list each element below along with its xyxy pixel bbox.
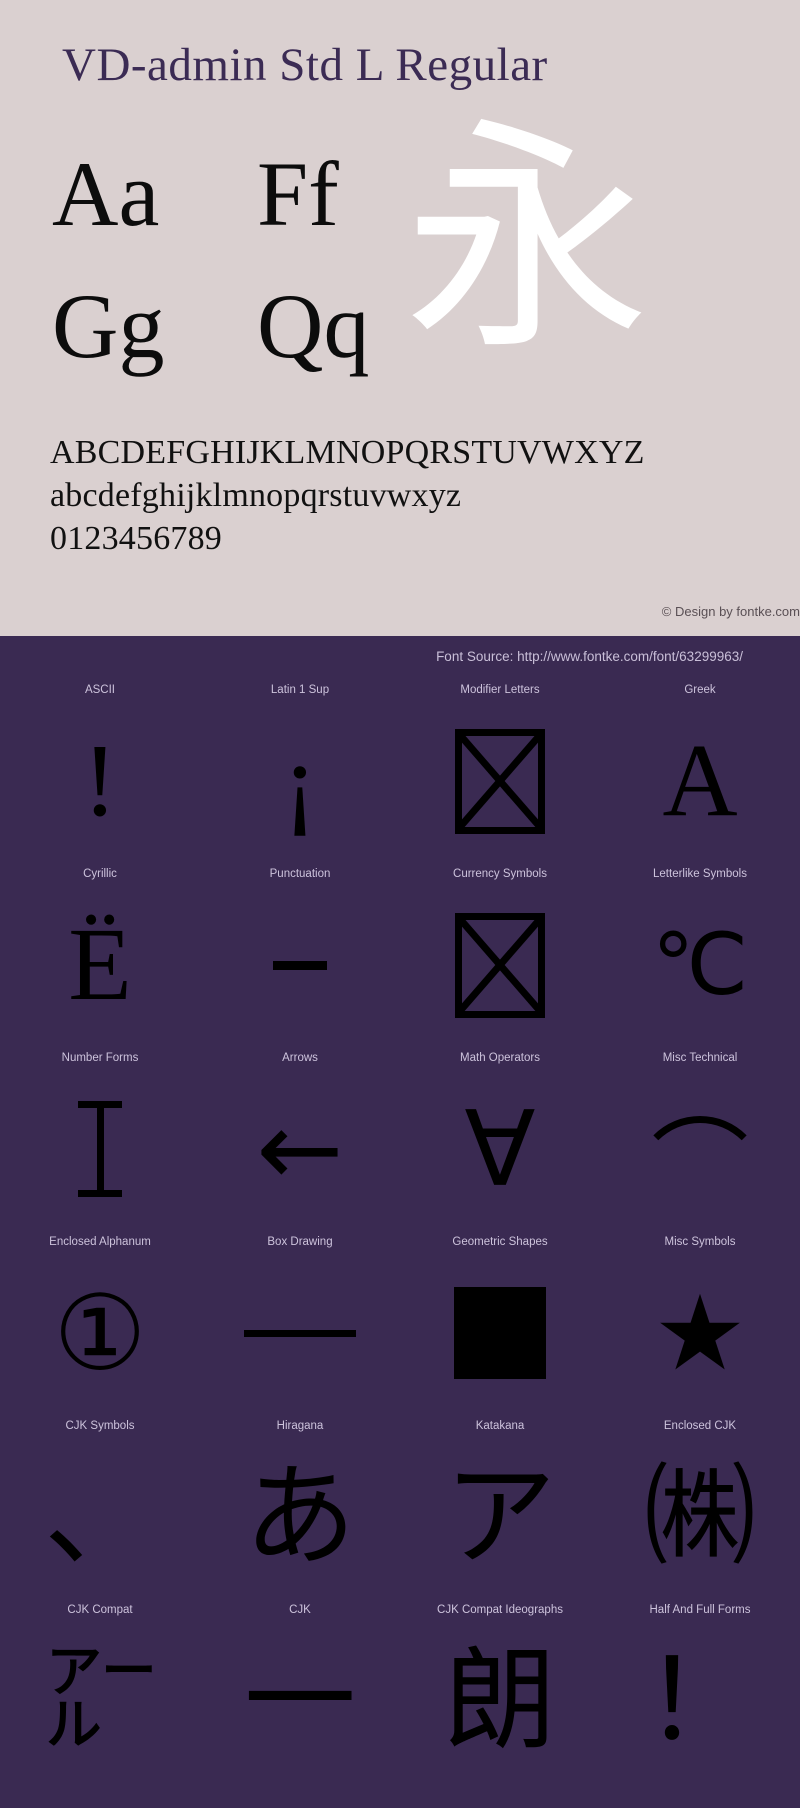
- unicode-block-cell[interactable]: Enclosed Alphanum ①: [0, 1232, 200, 1416]
- unicode-block-cell[interactable]: CJK Symbols 、: [0, 1416, 200, 1600]
- unicode-block-cell[interactable]: Enclosed CJK ㈱: [600, 1416, 800, 1600]
- unicode-block-label: Half And Full Forms: [649, 1604, 751, 1616]
- unicode-block-cell[interactable]: CJK Compat Ideographs 朗: [400, 1600, 600, 1784]
- unicode-block-label: Box Drawing: [267, 1236, 333, 1248]
- unicode-block-cell[interactable]: Cyrillic Ё: [0, 864, 200, 1048]
- unicode-block-label: CJK Compat Ideographs: [437, 1604, 563, 1616]
- unicode-block-glyph: Α: [662, 723, 738, 838]
- unicode-block-label: Misc Technical: [662, 1052, 738, 1064]
- unicode-block-glyph: ℃: [651, 917, 749, 1013]
- unicode-block-glyph: ←: [256, 1088, 344, 1210]
- unicode-block-label: Number Forms: [61, 1052, 139, 1064]
- page-title: VD-admin Std L Regular: [62, 39, 548, 91]
- copyright-notice: © Design by fontke.com: [661, 604, 800, 619]
- unicode-block-label: Latin 1 Sup: [270, 684, 330, 696]
- unicode-block-glyph: [400, 1254, 600, 1412]
- filled-square-shape: [454, 1287, 546, 1379]
- en-dash-shape: [273, 960, 327, 970]
- alphabet-specimen: ABCDEFGHIJKLMNOPQRSTUVWXYZ abcdefghijklm…: [50, 432, 645, 560]
- unicode-block-cell[interactable]: Greek Α: [600, 680, 800, 864]
- unicode-block-cell[interactable]: Number Forms: [0, 1048, 200, 1232]
- unicode-block-cell[interactable]: Geometric Shapes: [400, 1232, 600, 1416]
- unicode-block-glyph: Ё: [68, 907, 132, 1022]
- unicode-block-cell[interactable]: Math Operators ∀: [400, 1048, 600, 1232]
- unicode-block-glyph: ∀: [464, 1088, 536, 1210]
- unicode-block-glyph: [0, 1070, 200, 1228]
- sample-glyph-pairs: Aa Ff Gg Qq: [0, 148, 800, 408]
- hero-section: VD-admin Std L Regular Aa Ff Gg Qq 永 ABC…: [0, 0, 800, 636]
- unicode-block-label: Enclosed Alphanum: [49, 1236, 151, 1248]
- unicode-block-glyph: [200, 1254, 400, 1412]
- unicode-block-label: Modifier Letters: [460, 684, 540, 696]
- unicode-block-glyph: 、: [44, 1452, 156, 1582]
- unicode-block-glyph: [600, 1070, 800, 1228]
- unicode-block-label: Greek: [684, 684, 716, 696]
- unicode-block-label: Letterlike Symbols: [653, 868, 747, 880]
- unicode-block-label: Currency Symbols: [453, 868, 547, 880]
- roman-numeral-one-shape: [96, 1101, 104, 1197]
- unicode-block-glyph: [400, 702, 600, 860]
- unicode-block-cell[interactable]: Currency Symbols: [400, 864, 600, 1048]
- unicode-block-cell[interactable]: Latin 1 Sup ¡: [200, 680, 400, 864]
- unicode-block-label: ASCII: [84, 684, 116, 696]
- cjk-sample-glyph: 永: [404, 98, 651, 384]
- arc-shape: [634, 1115, 766, 1183]
- unicode-block-cell[interactable]: ASCII!: [0, 680, 200, 864]
- unicode-block-cell[interactable]: Half And Full Forms ！: [600, 1600, 800, 1784]
- unicode-block-label: Arrows: [282, 1052, 318, 1064]
- unicode-block-glyph: ★: [653, 1272, 747, 1394]
- unicode-block-label: Hiragana: [276, 1420, 324, 1432]
- font-source-link[interactable]: Font Source: http://www.fontke.com/font/…: [436, 649, 743, 664]
- unicode-block-cell[interactable]: Punctuation: [200, 864, 400, 1048]
- unicode-block-label: Math Operators: [460, 1052, 540, 1064]
- unicode-block-glyph: 朗: [444, 1636, 556, 1766]
- missing-glyph-icon: [455, 728, 545, 834]
- unicode-block-glyph: ①: [53, 1272, 147, 1394]
- unicode-block-glyph: ¡: [282, 723, 318, 838]
- unicode-block-label: CJK Compat: [67, 1604, 133, 1616]
- unicode-block-label: Punctuation: [269, 868, 331, 880]
- unicode-block-glyph: [400, 886, 600, 1044]
- unicode-block-label: Enclosed CJK: [663, 1420, 737, 1432]
- unicode-block-cell[interactable]: Modifier Letters: [400, 680, 600, 864]
- unicode-block-glyph: [200, 886, 400, 1044]
- unicode-block-cell[interactable]: Misc Symbols ★: [600, 1232, 800, 1416]
- unicode-block-grid: ASCII! Latin 1 Sup ¡ Modifier Letters Greek Α…: [0, 680, 800, 1784]
- box-drawing-line-shape: [244, 1329, 356, 1337]
- unicode-block-glyph: ㈱: [644, 1452, 756, 1582]
- unicode-block-label: Geometric Shapes: [452, 1236, 548, 1248]
- unicode-block-cell[interactable]: Katakana ア: [400, 1416, 600, 1600]
- glyph-pair-ff: Ff: [257, 143, 339, 245]
- unicode-block-cell[interactable]: Arrows ←: [200, 1048, 400, 1232]
- alphabet-lowercase: abcdefghijklmnopqrstuvwxyz: [50, 476, 462, 514]
- unicode-block-glyph: ㌃: [44, 1636, 156, 1766]
- unicode-block-cell[interactable]: Hiragana あ: [200, 1416, 400, 1600]
- unicode-blocks-section: Font Source: http://www.fontke.com/font/…: [0, 636, 800, 1808]
- unicode-block-label: CJK: [289, 1604, 311, 1616]
- unicode-block-label: CJK Symbols: [65, 1420, 135, 1432]
- alphabet-digits: 0123456789: [50, 519, 222, 557]
- unicode-block-glyph: !: [82, 723, 118, 838]
- unicode-block-cell[interactable]: Misc Technical: [600, 1048, 800, 1232]
- unicode-block-cell[interactable]: Box Drawing: [200, 1232, 400, 1416]
- unicode-block-cell[interactable]: CJK 一: [200, 1600, 400, 1784]
- unicode-block-cell[interactable]: CJK Compat ㌃: [0, 1600, 200, 1784]
- unicode-block-glyph: あ: [244, 1452, 356, 1582]
- missing-glyph-icon: [455, 912, 545, 1018]
- unicode-block-label: Cyrillic: [83, 868, 117, 880]
- unicode-block-glyph: 一: [244, 1636, 356, 1766]
- unicode-block-label: Katakana: [475, 1420, 525, 1432]
- unicode-block-glyph: ！: [644, 1636, 756, 1766]
- glyph-pair-qq: Qq: [257, 275, 370, 377]
- font-specimen-page: VD-admin Std L Regular Aa Ff Gg Qq 永 ABC…: [0, 0, 800, 1808]
- unicode-block-glyph: ア: [444, 1452, 556, 1582]
- glyph-pair-aa: Aa: [52, 143, 160, 245]
- alphabet-uppercase: ABCDEFGHIJKLMNOPQRSTUVWXYZ: [50, 434, 645, 471]
- glyph-pair-gg: Gg: [52, 275, 165, 377]
- unicode-block-label: Misc Symbols: [664, 1236, 736, 1248]
- unicode-block-cell[interactable]: Letterlike Symbols ℃: [600, 864, 800, 1048]
